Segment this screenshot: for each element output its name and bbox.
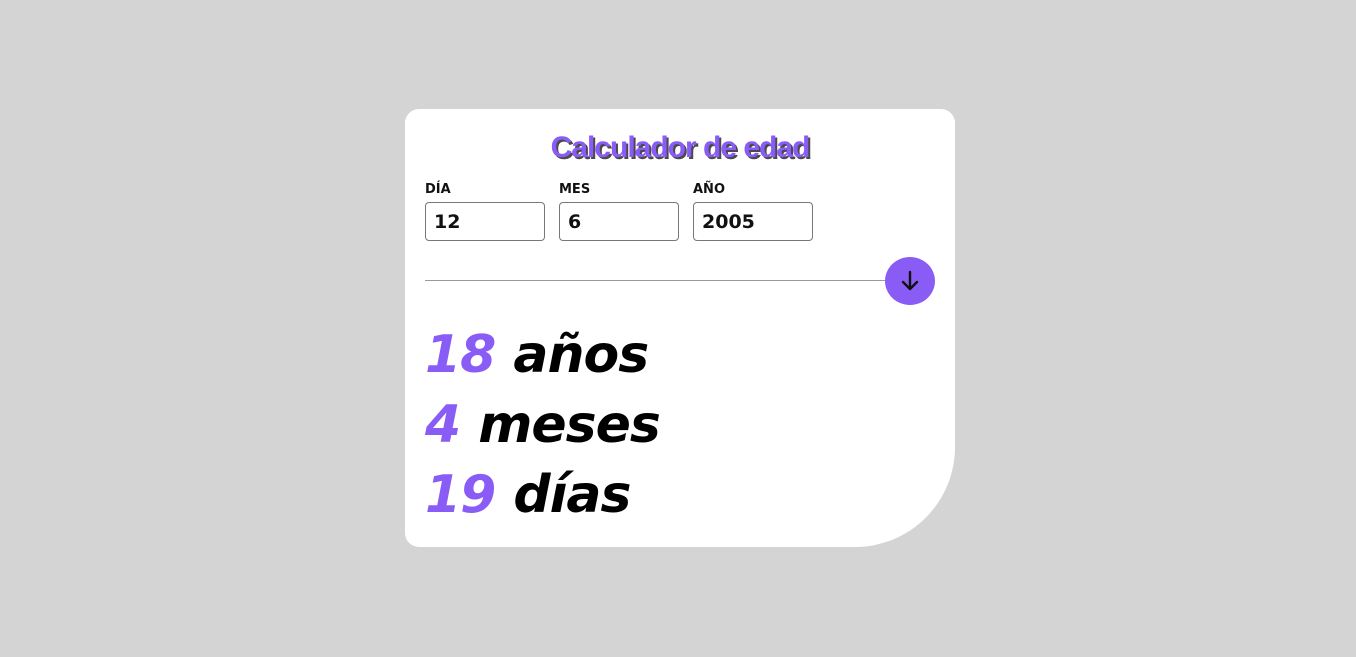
days-value: 19 bbox=[425, 465, 496, 525]
day-field: DÍA bbox=[425, 182, 545, 241]
years-value: 18 bbox=[425, 325, 496, 385]
years-result: 18 años bbox=[425, 324, 649, 386]
year-label: AÑO bbox=[693, 182, 725, 197]
year-field: AÑO bbox=[693, 182, 813, 241]
day-label: DÍA bbox=[425, 182, 451, 197]
days-unit: días bbox=[513, 465, 631, 525]
arrow-down-icon bbox=[901, 270, 919, 291]
month-input[interactable] bbox=[559, 202, 679, 241]
months-value: 4 bbox=[425, 395, 461, 455]
divider bbox=[425, 280, 915, 281]
days-result: 19 días bbox=[425, 464, 631, 526]
page-title: Calculador de edad bbox=[550, 131, 811, 164]
age-calculator-card: Calculador de edad DÍA MES AÑO 18 años 4m… bbox=[405, 109, 955, 547]
months-unit: meses bbox=[478, 395, 661, 455]
month-field: MES bbox=[559, 182, 679, 241]
years-unit: años bbox=[513, 325, 649, 385]
calculate-button[interactable] bbox=[885, 257, 935, 305]
year-input[interactable] bbox=[693, 202, 813, 241]
month-label: MES bbox=[559, 182, 591, 197]
day-input[interactable] bbox=[425, 202, 545, 241]
months-result: 4 meses bbox=[425, 394, 661, 456]
